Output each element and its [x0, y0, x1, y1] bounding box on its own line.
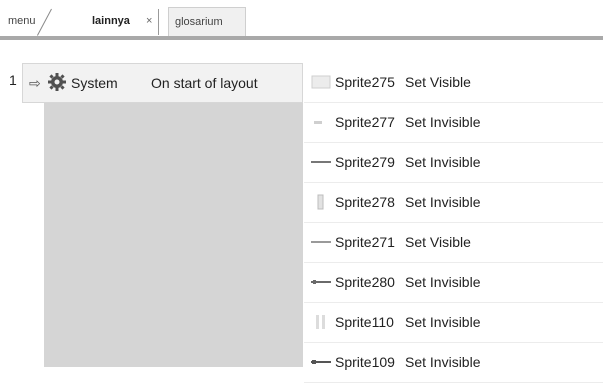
sprite-icon: [311, 161, 331, 163]
action-object: Sprite277: [335, 114, 395, 130]
tab-glosarium[interactable]: glosarium: [168, 7, 246, 36]
condition-row[interactable]: ⇨ System On start of layout: [22, 63, 303, 103]
action-text: Set Visible: [405, 74, 471, 90]
action-text: Set Invisible: [405, 314, 481, 330]
action-text: Set Invisible: [405, 274, 481, 290]
action-object: Sprite110: [335, 314, 394, 330]
close-icon[interactable]: ×: [146, 7, 152, 36]
actions-list: Sprite275 Set Visible Sprite277 Set Invi…: [304, 63, 603, 383]
event-number: 1: [9, 72, 17, 88]
action-text: Set Invisible: [405, 194, 481, 210]
action-object: Sprite280: [335, 274, 395, 290]
action-row[interactable]: Sprite280 Set Invisible: [304, 263, 603, 303]
arrow-right-icon: ⇨: [29, 75, 41, 91]
sprite-icon: [311, 280, 331, 284]
tab-lainnya-label: lainnya: [92, 15, 130, 27]
action-row[interactable]: Sprite279 Set Invisible: [304, 143, 603, 183]
tab-glosarium-label: glosarium: [175, 16, 223, 28]
condition-object: System: [71, 75, 118, 91]
action-object: Sprite275: [335, 74, 395, 90]
sprite-icon: [316, 315, 325, 329]
action-text: Set Invisible: [405, 114, 481, 130]
action-text: Set Visible: [405, 234, 471, 250]
action-row[interactable]: Sprite278 Set Invisible: [304, 183, 603, 223]
sprite-icon: [311, 360, 331, 364]
tab-menu[interactable]: menu: [2, 7, 52, 36]
action-row[interactable]: Sprite109 Set Invisible: [304, 343, 603, 383]
tab-divider: [158, 9, 159, 35]
action-text: Set Invisible: [405, 354, 481, 370]
gear-icon: [48, 73, 66, 91]
condition-text: On start of layout: [151, 75, 258, 91]
sprite-icon: [317, 194, 324, 210]
action-row[interactable]: Sprite271 Set Visible: [304, 223, 603, 263]
event-sheet: 1 ⇨ System On start of layout Sprite275 …: [0, 40, 603, 383]
sprite-icon: [311, 241, 331, 243]
condition-panel: [44, 63, 303, 367]
tab-bar: menu lainnya × glosarium: [0, 0, 603, 40]
tab-menu-label: menu: [8, 15, 36, 27]
action-text: Set Invisible: [405, 154, 481, 170]
action-object: Sprite278: [335, 194, 395, 210]
action-object: Sprite279: [335, 154, 395, 170]
tab-divider: [36, 8, 52, 36]
action-object: Sprite109: [335, 354, 395, 370]
sprite-icon: [311, 75, 331, 89]
sprite-icon: [314, 121, 322, 124]
action-row[interactable]: Sprite275 Set Visible: [304, 63, 603, 103]
action-row[interactable]: Sprite277 Set Invisible: [304, 103, 603, 143]
action-object: Sprite271: [335, 234, 395, 250]
action-row[interactable]: Sprite110 Set Invisible: [304, 303, 603, 343]
tab-lainnya[interactable]: lainnya ×: [52, 7, 162, 36]
